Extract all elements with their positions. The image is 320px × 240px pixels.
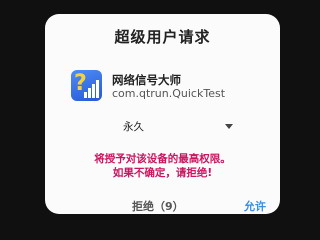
app-name: 网络信号大师 [112,73,181,87]
signal-bars-icon [84,80,99,98]
app-package-name: com.qtrun.QuickTest [112,87,226,100]
duration-dropdown[interactable]: 永久 [123,118,233,136]
superuser-request-dialog: 超级用户请求 ? 网络信号大师 com.qtrun.QuickTest 永久 将… [45,14,280,214]
allow-button[interactable]: 允许 [244,198,266,214]
warning-line-2: 如果不确定，请拒绝! [112,167,213,179]
warning-message: 将授予对该设备的最高权限。 如果不确定，请拒绝! [45,152,280,180]
dropdown-arrow-icon [225,124,233,129]
deny-button[interactable]: 拒绝（9） [132,198,184,214]
dialog-title: 超级用户请求 [114,28,211,46]
screen: 超级用户请求 ? 网络信号大师 com.qtrun.QuickTest 永久 将… [0,0,320,226]
warning-line-1: 将授予对该设备的最高权限。 [94,153,231,165]
app-icon: ? [71,70,102,101]
duration-value: 永久 [123,121,144,133]
